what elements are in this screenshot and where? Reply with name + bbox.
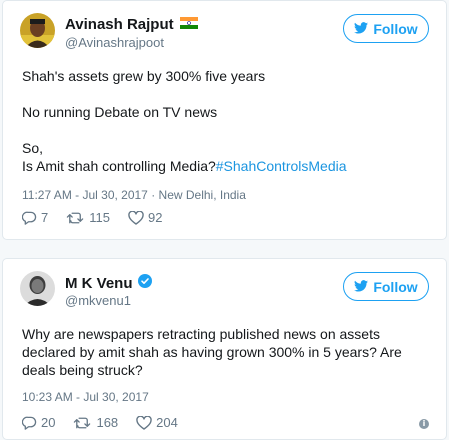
india-flag-icon xyxy=(179,16,198,33)
tweet-actions: 20 168 204 xyxy=(22,415,196,430)
tweet-line-text: Is Amit shah controlling Media? xyxy=(22,158,216,174)
retweet-count: 115 xyxy=(89,210,110,225)
reply-button[interactable]: 7 xyxy=(22,210,48,225)
reply-icon xyxy=(22,211,37,225)
bird-icon xyxy=(354,21,369,37)
retweet-button[interactable]: 168 xyxy=(73,415,118,430)
reply-icon xyxy=(22,416,37,430)
reply-count: 20 xyxy=(41,415,56,430)
user-handle[interactable]: @Avinashrajpoot xyxy=(65,35,164,50)
like-button[interactable]: 204 xyxy=(136,415,178,430)
tweet-text: Shah's assets grew by 300% five years No… xyxy=(22,67,428,175)
bird-icon xyxy=(354,279,369,295)
like-count: 204 xyxy=(156,415,178,430)
follow-label: Follow xyxy=(373,278,418,295)
tweet-text: Why are newspapers retracting published … xyxy=(22,326,402,378)
retweet-icon xyxy=(73,416,92,430)
hashtag-link[interactable]: #ShahControlsMedia xyxy=(216,158,347,174)
avatar[interactable] xyxy=(20,13,55,48)
tweet-actions: 7 115 92 xyxy=(22,210,180,225)
tweet-line: Shah's assets grew by 300% five years xyxy=(22,68,266,84)
user-name[interactable]: M K Venu xyxy=(65,274,152,292)
verified-badge-icon xyxy=(137,274,152,292)
retweet-icon xyxy=(66,211,85,225)
tweet-line: No running Debate on TV news xyxy=(22,104,218,120)
heart-icon xyxy=(136,415,152,430)
user-handle[interactable]: @mkvenu1 xyxy=(65,293,131,308)
retweet-count: 168 xyxy=(96,415,119,430)
info-icon[interactable]: i xyxy=(419,419,429,429)
tweet-line: Is Amit shah controlling Media?#ShahCont… xyxy=(22,157,428,175)
follow-label: Follow xyxy=(373,20,418,37)
like-button[interactable]: 92 xyxy=(128,210,162,225)
like-count: 92 xyxy=(147,210,163,225)
follow-button[interactable]: Follow xyxy=(343,272,429,301)
reply-button[interactable]: 20 xyxy=(22,415,55,430)
avatar[interactable] xyxy=(20,271,55,306)
tweet-timestamp[interactable]: 10:23 AM - Jul 30, 2017 xyxy=(22,390,149,404)
tweet-timestamp[interactable]: 11:27 AM - Jul 30, 2017 · New Delhi, Ind… xyxy=(22,188,246,202)
follow-button[interactable]: Follow xyxy=(343,14,429,43)
user-name-text[interactable]: M K Venu xyxy=(65,275,133,292)
reply-count: 7 xyxy=(41,210,49,225)
tweet-card: Avinash Rajput @Avinashrajpoot Follow Sh… xyxy=(2,0,447,240)
user-name-text[interactable]: Avinash Rajput xyxy=(65,16,174,33)
retweet-button[interactable]: 115 xyxy=(66,210,110,225)
tweet-line: So, xyxy=(22,140,44,156)
user-name[interactable]: Avinash Rajput xyxy=(65,16,198,33)
tweet-card: M K Venu @mkvenu1 Follow Why are newspap… xyxy=(2,258,447,440)
heart-icon xyxy=(128,210,144,225)
